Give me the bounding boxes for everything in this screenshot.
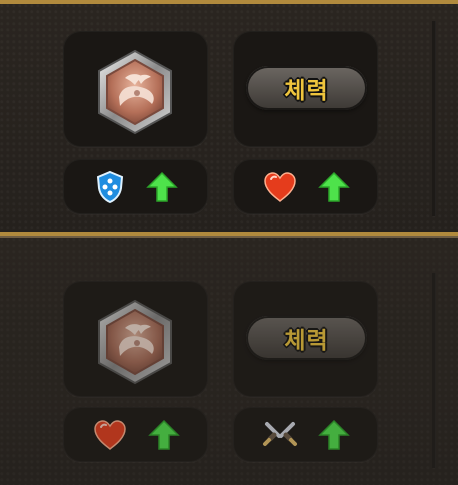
blue-shield-icon (96, 170, 123, 203)
heart-icon (93, 419, 126, 450)
upgrade-row-2: 체력 (0, 236, 458, 485)
stat-label: 체력 (284, 328, 329, 354)
upgrade-row-1: 체력 (0, 0, 458, 236)
right-divider (432, 273, 436, 468)
heart-icon (263, 171, 296, 202)
stat-badge: 체력 (246, 66, 367, 110)
right-divider (432, 21, 436, 216)
bird-portrait-icon (91, 48, 179, 136)
stat-slot[interactable]: 체력 (233, 31, 378, 147)
stat-label: 체력 (284, 78, 329, 104)
green-up-arrow-icon (317, 419, 350, 450)
green-up-arrow-icon (145, 171, 178, 202)
right-upgrade-slot[interactable] (233, 407, 378, 462)
left-upgrade-slot[interactable] (63, 407, 208, 462)
stat-badge: 체력 (246, 316, 367, 360)
green-up-arrow-icon (317, 171, 350, 202)
stat-slot[interactable]: 체력 (233, 281, 378, 397)
bird-portrait-icon (91, 298, 179, 386)
portrait-slot[interactable] (63, 281, 208, 397)
crossed-swords-icon (262, 421, 297, 446)
green-up-arrow-icon (147, 419, 180, 450)
portrait-slot[interactable] (63, 31, 208, 147)
left-upgrade-slot[interactable] (63, 159, 208, 214)
right-upgrade-slot[interactable] (233, 159, 378, 214)
